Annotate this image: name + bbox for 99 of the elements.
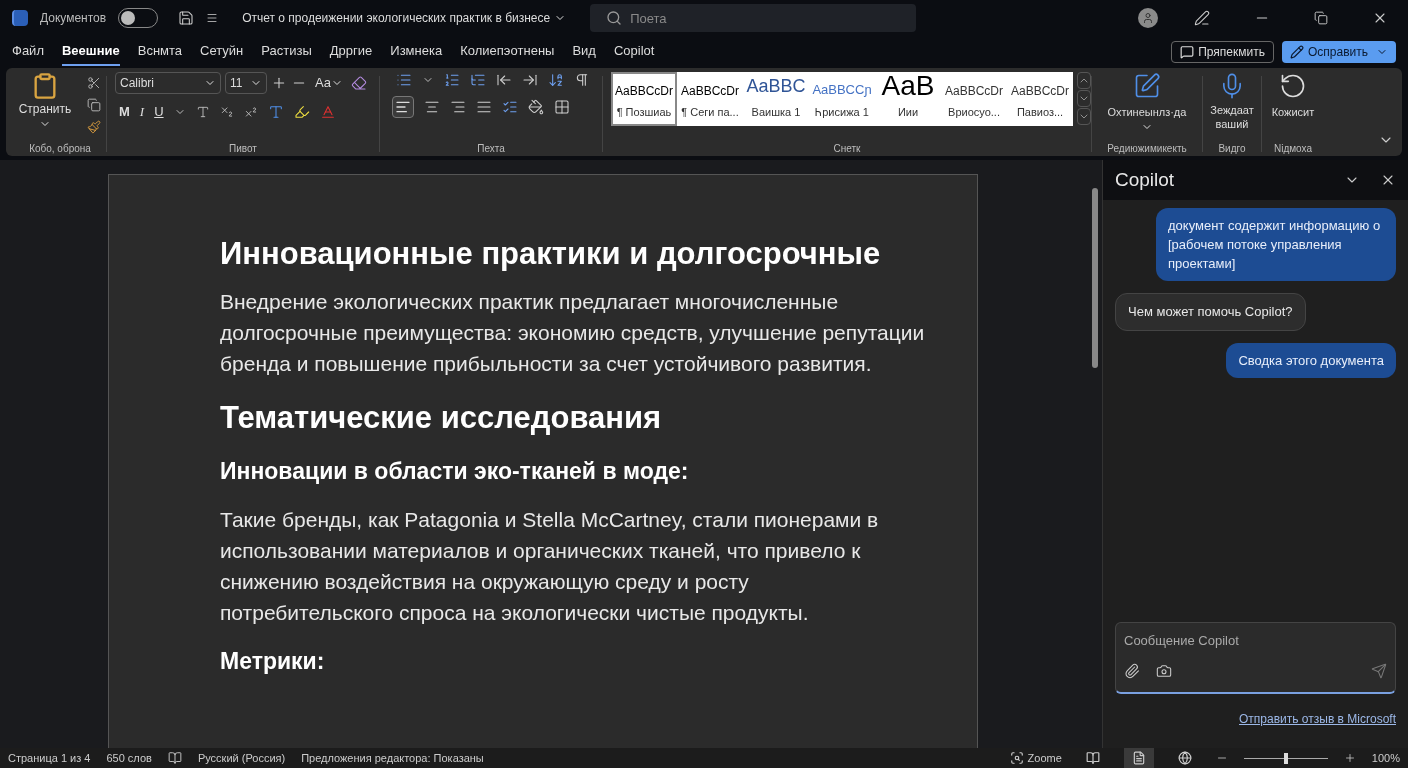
subscript-icon[interactable]	[219, 104, 234, 119]
format-painter-icon[interactable]	[87, 120, 102, 134]
format-button[interactable]: I	[139, 102, 145, 122]
language-status[interactable]: Русский (Россия)	[197, 749, 286, 767]
pen-square-icon	[1133, 72, 1161, 100]
proofing-icon[interactable]	[167, 751, 182, 765]
format-button[interactable]: M	[119, 102, 130, 122]
focus-button[interactable]: Zoome	[1009, 749, 1062, 767]
attach-icon[interactable]	[1124, 662, 1140, 679]
cut-icon[interactable]	[87, 76, 102, 90]
subheading: Инновации в области эко-тканей в моде:	[220, 456, 690, 486]
group-label: Nідмоха	[1273, 142, 1313, 156]
font-family-field[interactable]: Calibri	[115, 72, 221, 94]
sort-icon[interactable]	[548, 72, 564, 88]
bullets-icon[interactable]	[396, 72, 412, 88]
borders-icon[interactable]	[554, 99, 570, 115]
camera-icon[interactable]	[1156, 662, 1172, 679]
superscript-icon[interactable]	[243, 104, 258, 119]
highlighter-icon[interactable]	[293, 103, 310, 120]
reuse-button[interactable]: Кожисит	[1271, 72, 1315, 121]
pencil-icon	[1290, 45, 1304, 59]
panel-title: Copilot	[1115, 167, 1175, 192]
menu-tab[interactable]: Измнека	[390, 38, 443, 66]
focus-icon	[1009, 751, 1024, 765]
menu-tab[interactable]: Колиепэотнены	[460, 38, 555, 66]
paragraph: Такие бренды, как Patagonia и Stella McCartney, стали пионерами в использовании материалов и органических тканей, что привело к снижению воздействия на окружающую среду и росту потребительского спроса на экологически чистые продукты.	[220, 507, 880, 626]
group-label: Пивот	[229, 142, 257, 156]
menu-tab[interactable]: Copilot	[613, 38, 655, 66]
decrease-indent-icon[interactable]	[496, 72, 512, 88]
autosave-label: Документов	[40, 10, 107, 27]
user-message: документ содержит информацию о [рабочем потоке управления проектами]	[1156, 208, 1396, 281]
menu-tab[interactable]: Сетуйн	[200, 38, 244, 66]
menu-tab[interactable]: Файл	[12, 38, 44, 66]
style-item[interactable]: AaBBCcDr ¶ Позшиаь	[611, 72, 677, 126]
customize-icon[interactable]	[206, 12, 219, 24]
save-icon[interactable]	[178, 10, 195, 26]
paste-button[interactable]: Странить	[18, 72, 72, 130]
group-label: Видго	[1218, 142, 1246, 156]
heading: Инновационные практики и долгосрочные	[220, 235, 882, 273]
group-label: Пехта	[477, 142, 505, 156]
align-left-icon	[395, 99, 411, 115]
feedback-link[interactable]: Отправить отзыв в Microsoft	[1239, 710, 1396, 728]
line-spacing-icon[interactable]	[502, 99, 518, 115]
pen-icon[interactable]	[1194, 10, 1210, 26]
zoom-reading[interactable]: 100%	[1371, 749, 1400, 767]
change-case-button[interactable]: Aa	[315, 73, 343, 93]
view-button[interactable]	[1123, 748, 1154, 768]
comment-icon	[1180, 45, 1195, 59]
message-field[interactable]: Сообщение Copilot	[1124, 631, 1387, 651]
text-effects-icon[interactable]	[267, 103, 284, 120]
align-left-button[interactable]	[392, 96, 414, 118]
restore-icon[interactable]	[1314, 11, 1328, 25]
menu-tab[interactable]: Веешние	[61, 38, 120, 66]
group-label: Редиюжимикекть	[1107, 142, 1187, 156]
read-view-icon	[1085, 751, 1100, 765]
clear-format-icon[interactable]	[350, 75, 367, 91]
zoom-in-icon[interactable]	[1343, 752, 1356, 764]
editor-status[interactable]: Предложения редактора: Показаны	[301, 749, 484, 767]
shading-icon[interactable]	[528, 99, 544, 115]
font-size-field[interactable]: 11	[225, 72, 267, 94]
edit-button[interactable]: Осправить	[1282, 41, 1396, 63]
align-right-icon[interactable]	[450, 99, 466, 115]
format-button[interactable]: U	[154, 102, 164, 122]
search-field[interactable]: Поета	[590, 4, 917, 32]
menu-tab[interactable]: Вид	[572, 38, 596, 66]
pilcrow-icon[interactable]	[574, 72, 590, 88]
group-label: Снетк	[833, 142, 861, 156]
heading: Тематические исследования	[220, 398, 663, 437]
multilevel-list-icon[interactable]	[470, 72, 486, 88]
numbering-icon[interactable]	[444, 72, 460, 88]
dictate-button[interactable]: Зеждаат ваший	[1207, 72, 1257, 132]
avatar-icon[interactable]	[1138, 8, 1158, 28]
send-icon[interactable]	[1371, 662, 1387, 679]
paragraph: Внедрение экологических практик предлагает многочисленные долгосрочные преимущества: экономию средств, улучшение репутации бренда и повышение прибыльности за счет устойчивого развития.	[220, 288, 926, 377]
web-view-icon	[1177, 751, 1192, 765]
print-view-icon	[1131, 751, 1146, 765]
copy-icon[interactable]	[87, 98, 102, 112]
status-text: Страница 1 из 4	[8, 750, 91, 766]
message-composer[interactable]: Сообщение Copilot	[1115, 622, 1396, 694]
subheading: Метрики:	[220, 647, 326, 676]
menu-tab[interactable]: Дрргие	[329, 38, 373, 66]
align-center-icon[interactable]	[424, 99, 440, 115]
group-label: Кобо, оброна	[29, 142, 91, 156]
zoom-thumb[interactable]	[1283, 752, 1288, 764]
justify-icon[interactable]	[476, 99, 492, 115]
editing-button[interactable]: Охтинеынлз·да	[1107, 72, 1187, 133]
menu-tab[interactable]: Вснмта	[137, 38, 183, 66]
zoom-slider[interactable]	[1243, 752, 1328, 764]
status-text: 650 слов	[106, 750, 152, 766]
assistant-message: Чем может помочь Copilot?	[1115, 293, 1306, 331]
increase-indent-icon[interactable]	[522, 72, 538, 88]
document-title[interactable]: Отчет о продеижении экологических практик в бизнесе	[242, 9, 567, 27]
user-message: Сводка этого документа	[1226, 342, 1396, 378]
font-color-icon[interactable]	[319, 103, 336, 120]
comment-button[interactable]: Пряпекмить	[1171, 41, 1274, 63]
menu-tab[interactable]: Растизы	[261, 38, 312, 66]
circular-arrow-icon	[1279, 72, 1307, 100]
search-icon	[606, 10, 623, 26]
grow-font-icon[interactable]	[271, 75, 287, 91]
